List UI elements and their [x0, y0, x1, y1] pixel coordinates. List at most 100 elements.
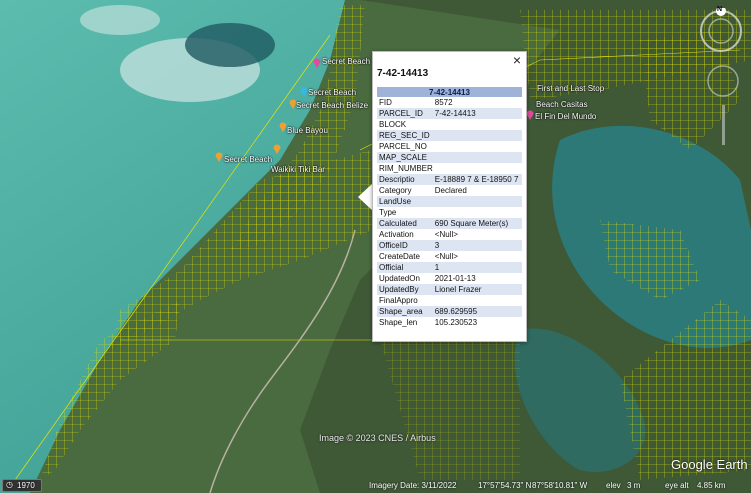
attribute-value: Declared: [434, 186, 467, 195]
attribute-key: BLOCK: [379, 120, 407, 129]
attribute-key: MAP_SCALE: [377, 152, 433, 163]
popup-title: 7-42-14413: [377, 68, 429, 79]
attribute-value: [433, 119, 522, 130]
attribute-value: [433, 295, 522, 306]
attribute-key: UpdatedBy: [377, 284, 433, 295]
attribute-table-header: 7-42-14413: [377, 87, 522, 97]
place-marker-icon[interactable]: [273, 141, 281, 154]
place-label[interactable]: Secret Beach: [322, 57, 370, 66]
attribute-key: CreateDate: [379, 252, 420, 261]
attribute-row: Calculated 690 Square Meter(s): [377, 218, 522, 229]
attribute-row: LandUse: [377, 196, 522, 207]
imagery-date: Imagery Date: 3/11/2022: [369, 481, 457, 490]
google-earth-logo: Google Earth: [671, 457, 748, 472]
attribute-key: FID: [379, 98, 392, 107]
place-marker-icon[interactable]: [215, 149, 223, 162]
status-bar: ◷ 1970 Imagery Date: 3/11/2022 17°57'54.…: [0, 477, 751, 493]
attribute-row: BLOCK: [377, 119, 522, 130]
attribute-row: Activation <Null>: [377, 229, 522, 240]
attribute-row: OfficeID 3: [377, 240, 522, 251]
attribute-key: Type: [379, 208, 397, 217]
compass-control[interactable]: N: [698, 6, 744, 54]
attribute-value: <Null>: [434, 252, 458, 261]
attribute-value: E-18889 7 & E-18950 7: [432, 174, 522, 185]
attribute-table: 7-42-14413 FID 8572 PARCEL_ID 7-42-14413 BLO…: [377, 87, 522, 328]
attribute-row: PARCEL_ID 7-42-14413: [377, 108, 522, 119]
historical-year: 1970: [17, 481, 35, 490]
attribute-value: [433, 163, 522, 174]
imagery-credit: Image © 2023 CNES / Airbus: [319, 433, 436, 443]
attribute-value: 7-42-14413: [432, 108, 522, 119]
cloud: [80, 5, 160, 35]
attribute-row: UpdatedBy Lionel Frazer: [377, 284, 522, 295]
attribute-value: 1: [432, 262, 522, 273]
place-marker-icon[interactable]: [300, 84, 308, 97]
place-label[interactable]: Blue Bayou: [287, 126, 328, 135]
attribute-value: <Null>: [434, 230, 458, 239]
parcel-info-popup: × 7-42-14413 7-42-14413 FID 8572 PARCEL_ID…: [372, 51, 527, 342]
place-label[interactable]: First and Last Stop: [537, 84, 604, 93]
attribute-key: FinalAppro: [379, 296, 418, 305]
attribute-value: [432, 196, 522, 207]
cloud-shadow: [185, 23, 275, 67]
eye-altitude-value: 4.85 km: [697, 481, 726, 490]
attribute-key: LandUse: [377, 196, 433, 207]
longitude: 87°58'10.81" W: [532, 481, 588, 490]
attribute-key: RIM_NUMBER: [379, 164, 433, 173]
historical-imagery-button[interactable]: ◷ 1970: [2, 479, 42, 492]
attribute-row: Type: [377, 207, 522, 218]
place-label[interactable]: Secret Beach: [224, 155, 272, 164]
elevation-label: elev: [606, 481, 621, 490]
zoom-slider[interactable]: [722, 105, 725, 145]
attribute-key: PARCEL_NO: [379, 142, 427, 151]
attribute-value: [432, 130, 522, 141]
attribute-key: Calculated: [377, 218, 433, 229]
attribute-key: REG_SEC_ID: [377, 130, 433, 141]
attribute-row: FinalAppro: [377, 295, 522, 306]
attribute-value: 689.629595: [432, 306, 522, 317]
place-label[interactable]: Secret Beach: [308, 88, 356, 97]
attribute-row: UpdatedOn 2021-01-13: [377, 273, 522, 284]
attribute-key: PARCEL_ID: [377, 108, 433, 119]
attribute-row: Official 1: [377, 262, 522, 273]
attribute-row: CreateDate <Null>: [377, 251, 522, 262]
place-label[interactable]: El Fin Del Mundo: [535, 112, 596, 121]
popup-pointer: [358, 183, 373, 211]
attribute-value: Lionel Frazer: [432, 284, 522, 295]
attribute-row: Descriptio E-18889 7 & E-18950 7: [377, 174, 522, 185]
attribute-row: PARCEL_NO: [377, 141, 522, 152]
attribute-row: MAP_SCALE: [377, 152, 522, 163]
place-marker-icon[interactable]: [313, 55, 321, 68]
attribute-key: OfficeID: [377, 240, 433, 251]
place-label[interactable]: Waikiki Tiki Bar: [271, 165, 325, 174]
attribute-key: Descriptio: [377, 174, 433, 185]
look-control[interactable]: [706, 64, 740, 98]
attribute-row: Shape_area 689.629595: [377, 306, 522, 317]
close-icon[interactable]: ×: [513, 53, 521, 67]
historical-imagery-icon: ◷: [6, 480, 13, 489]
attribute-row: Category Declared: [377, 185, 522, 196]
place-label[interactable]: Beach Casitas: [536, 100, 588, 109]
attribute-key: Shape_area: [377, 306, 433, 317]
latitude: 17°57'54.73" N: [478, 481, 532, 490]
attribute-row: FID 8572: [377, 97, 522, 108]
attribute-key: Activation: [379, 230, 414, 239]
attribute-value: [433, 141, 522, 152]
attribute-value: 690 Square Meter(s): [432, 218, 522, 229]
attribute-value: [433, 207, 522, 218]
place-label[interactable]: Secret Beach Belize: [296, 101, 368, 110]
attribute-row: Shape_len 105.230523: [377, 317, 522, 328]
attribute-value: 8572: [434, 98, 453, 107]
attribute-key: Category: [379, 186, 412, 195]
elevation-value: 3 m: [627, 481, 641, 490]
attribute-value: 2021-01-13: [434, 274, 476, 283]
attribute-row: RIM_NUMBER: [377, 163, 522, 174]
attribute-key: Official: [377, 262, 433, 273]
attribute-value: 3: [432, 240, 522, 251]
attribute-key: Shape_len: [379, 318, 418, 327]
compass-north-label: N: [717, 6, 723, 13]
place-marker-icon[interactable]: [279, 119, 287, 132]
attribute-value: 105.230523: [434, 318, 478, 327]
attribute-key: UpdatedOn: [379, 274, 420, 283]
place-marker-icon[interactable]: [526, 107, 534, 120]
